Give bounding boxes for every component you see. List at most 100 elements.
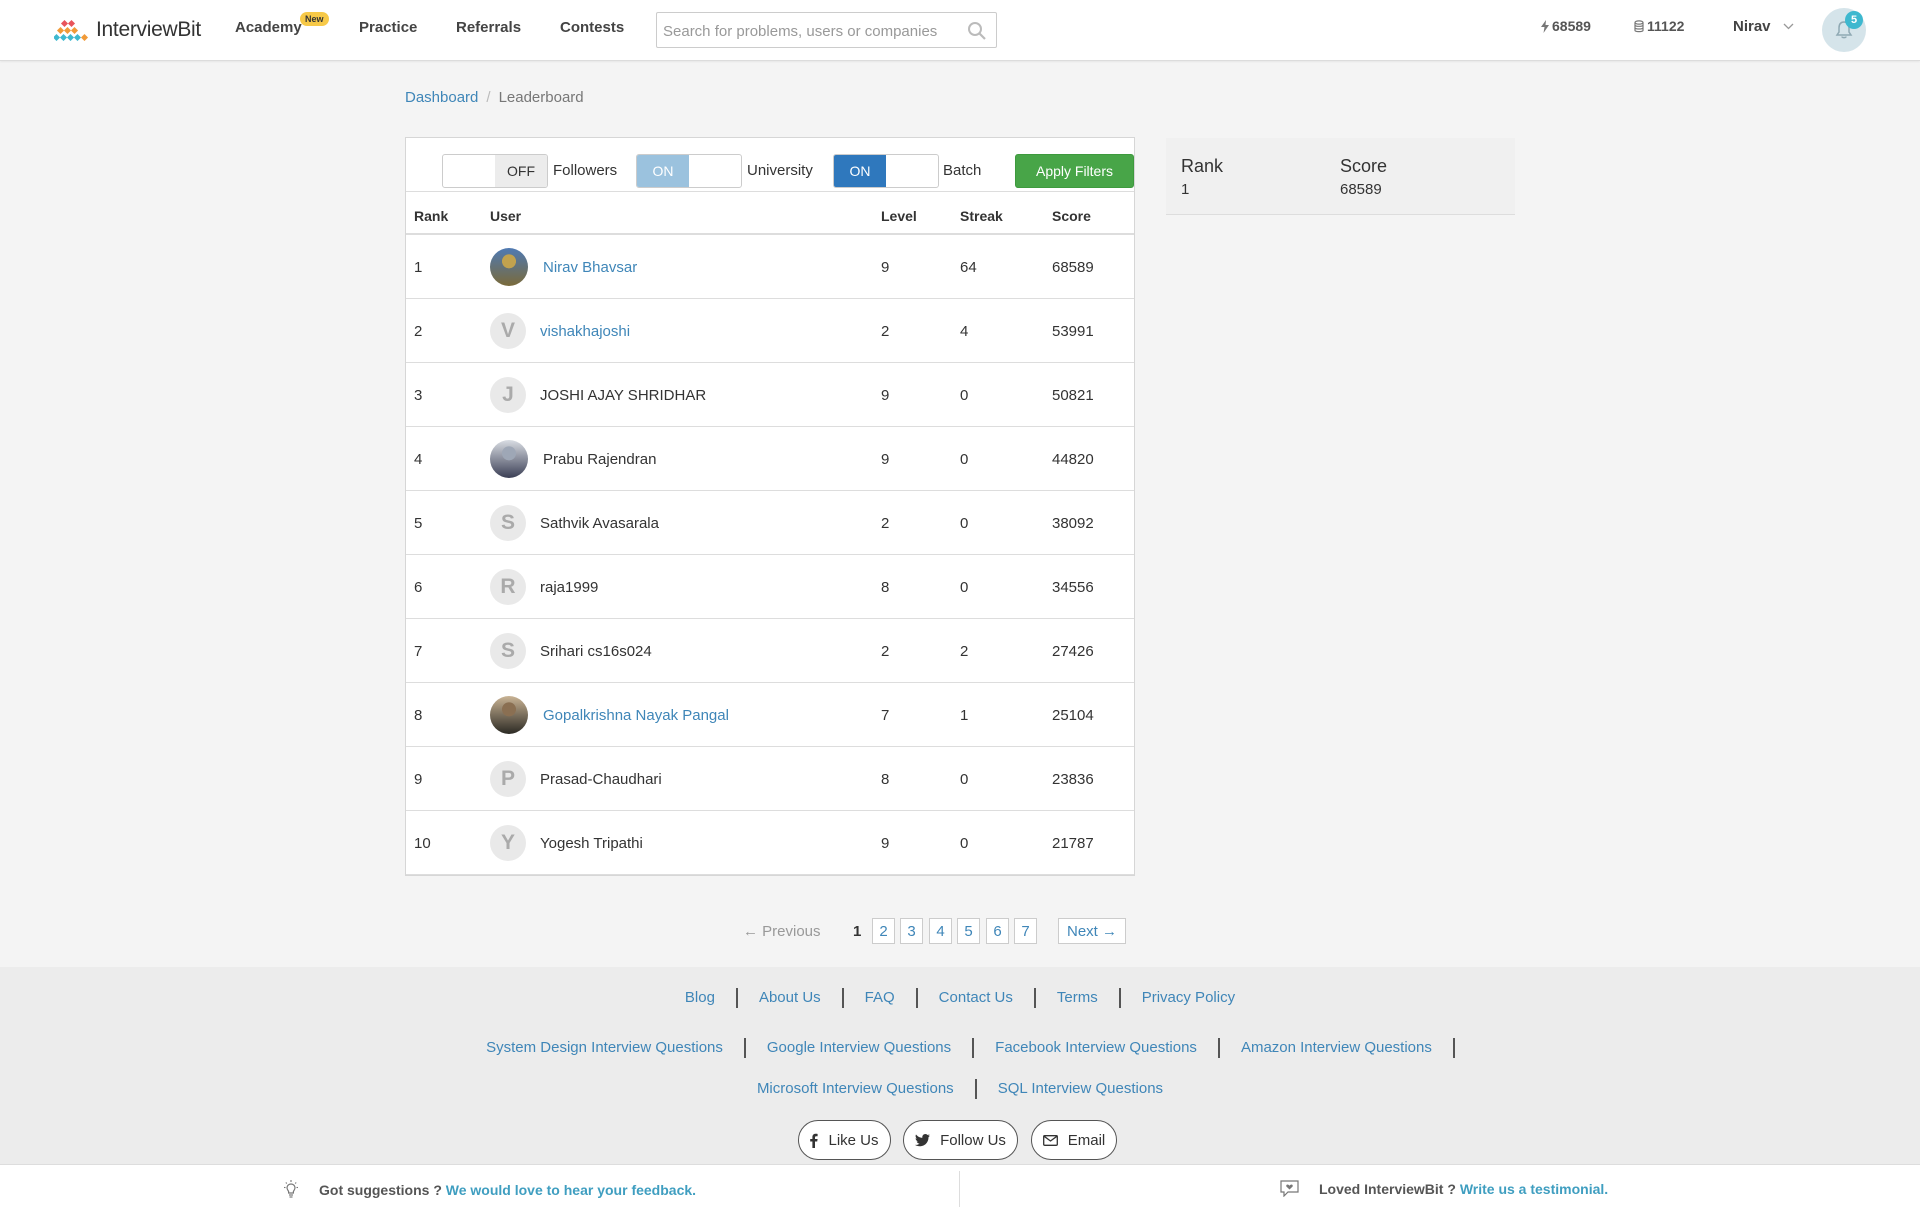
nav-academy[interactable]: Academy: [235, 19, 302, 36]
user-name-cell[interactable]: Gopalkrishna Nayak Pangal: [543, 707, 729, 724]
user-name-cell[interactable]: vishakhajoshi: [540, 323, 630, 340]
filters-bar: OFF Followers ON University ON Batch App…: [406, 138, 1134, 192]
pagination-page[interactable]: 7: [1014, 918, 1037, 944]
lightbulb-icon: [284, 1180, 298, 1198]
column-header-streak: Streak: [960, 208, 1003, 224]
score-cell: 44820: [1052, 451, 1094, 468]
score-stat: 68589: [1541, 18, 1591, 34]
user-name-cell: JOSHI AJAY SHRIDHAR: [540, 387, 707, 404]
apply-filters-button[interactable]: Apply Filters: [1015, 154, 1134, 188]
feedback-bar: Got suggestions ? We would love to hear …: [0, 1164, 1920, 1212]
column-header-score: Score: [1052, 208, 1091, 224]
email-button[interactable]: Email: [1031, 1120, 1117, 1160]
summary-score-label: Score: [1340, 156, 1388, 176]
user-name-cell: Srihari cs16s024: [540, 643, 652, 660]
university-label: University: [747, 162, 813, 179]
pagination-page[interactable]: 2: [872, 918, 895, 944]
table-row: 1 Nirav Bhavsar 9 64 68589: [406, 235, 1134, 299]
level-cell: 9: [881, 451, 890, 468]
top-header: InterviewBit Academy New Practice Referr…: [0, 0, 1920, 61]
coins-stat: 11122: [1634, 18, 1684, 34]
table-row: 10 Y Yogesh Tripathi 9 0 21787: [406, 811, 1134, 875]
table-row: 4 Prabu Rajendran 9 0 44820: [406, 427, 1134, 491]
followers-toggle[interactable]: OFF: [442, 154, 548, 188]
follow-us-button[interactable]: Follow Us: [903, 1120, 1018, 1160]
user-avatar-initial: S: [490, 505, 526, 541]
user-name-cell: Prabu Rajendran: [543, 451, 657, 468]
user-name-cell: Sathvik Avasarala: [540, 515, 659, 532]
footer-link-microsoft[interactable]: Microsoft Interview Questions: [736, 1079, 977, 1099]
logo[interactable]: InterviewBit: [54, 16, 201, 44]
twitter-icon: [915, 1133, 931, 1146]
rank-cell: 6: [414, 579, 423, 596]
feedback-link[interactable]: We would love to hear your feedback.: [446, 1182, 696, 1198]
pagination-page[interactable]: 3: [900, 918, 923, 944]
user-name-cell: Prasad-Chaudhari: [540, 771, 662, 788]
footer-link-google[interactable]: Google Interview Questions: [746, 1038, 975, 1058]
user-name-cell: Yogesh Tripathi: [540, 835, 643, 852]
coins-stat-value: 11122: [1647, 18, 1685, 34]
rank-cell: 3: [414, 387, 423, 404]
table-row: 8 Gopalkrishna Nayak Pangal 7 1 25104: [406, 683, 1134, 747]
user-menu[interactable]: Nirav: [1733, 18, 1794, 35]
logo-text: InterviewBit: [96, 18, 201, 41]
rank-cell: 2: [414, 323, 423, 340]
breadcrumb-dashboard[interactable]: Dashboard: [405, 89, 478, 106]
rank-cell: 7: [414, 643, 423, 660]
pagination-previous[interactable]: ← Previous: [743, 923, 821, 949]
footer-link-faq[interactable]: FAQ: [844, 988, 918, 1008]
streak-cell: 0: [960, 579, 969, 596]
nav-referrals[interactable]: Referrals: [456, 19, 521, 36]
toggle-blank: [689, 155, 741, 187]
footer-link-sql[interactable]: SQL Interview Questions: [977, 1079, 1184, 1099]
search-box: [656, 12, 997, 48]
university-toggle[interactable]: ON: [636, 154, 742, 188]
pagination-next[interactable]: Next →: [1058, 918, 1126, 944]
user-name-cell: raja1999: [540, 579, 599, 596]
testimonial-link[interactable]: Write us a testimonial.: [1460, 1181, 1608, 1197]
score-cell: 68589: [1052, 259, 1094, 276]
rank-cell: 8: [414, 707, 423, 724]
level-cell: 2: [881, 515, 890, 532]
streak-cell: 0: [960, 451, 969, 468]
footer-link-about[interactable]: About Us: [738, 988, 844, 1008]
footer-link-facebook[interactable]: Facebook Interview Questions: [974, 1038, 1220, 1058]
rank-cell: 5: [414, 515, 423, 532]
search-icon[interactable]: [967, 21, 987, 41]
notifications-button[interactable]: 5: [1822, 8, 1866, 52]
footer-link-privacy[interactable]: Privacy Policy: [1121, 988, 1256, 1008]
footer-link-blog[interactable]: Blog: [664, 988, 738, 1008]
user-name-cell[interactable]: Nirav Bhavsar: [543, 259, 637, 276]
search-input[interactable]: [663, 19, 953, 43]
level-cell: 9: [881, 387, 890, 404]
footer-link-system-design[interactable]: System Design Interview Questions: [465, 1038, 746, 1058]
pagination-current-page: 1: [853, 923, 862, 940]
streak-cell: 64: [960, 259, 977, 276]
pagination-page[interactable]: 4: [929, 918, 952, 944]
like-us-button[interactable]: Like Us: [798, 1120, 891, 1160]
user-avatar-photo: [490, 440, 528, 478]
level-cell: 8: [881, 579, 890, 596]
score-cell: 25104: [1052, 707, 1094, 724]
nav-practice[interactable]: Practice: [359, 19, 417, 36]
footer-links-row-3: Microsoft Interview Questions SQL Interv…: [0, 1079, 1920, 1099]
footer-link-contact[interactable]: Contact Us: [918, 988, 1036, 1008]
pagination-page[interactable]: 6: [986, 918, 1009, 944]
footer-link-terms[interactable]: Terms: [1036, 988, 1121, 1008]
nav-contests[interactable]: Contests: [560, 19, 624, 36]
batch-toggle[interactable]: ON: [833, 154, 939, 188]
suggestions-text: Got suggestions ?: [319, 1181, 442, 1198]
footer-link-amazon[interactable]: Amazon Interview Questions: [1220, 1038, 1455, 1058]
rank-cell: 4: [414, 451, 423, 468]
envelope-icon: [1042, 1134, 1058, 1146]
column-header-rank: Rank: [414, 208, 449, 224]
testimonial-text: Loved InterviewBit ?: [1319, 1180, 1456, 1197]
followers-label: Followers: [553, 162, 618, 179]
pagination-page[interactable]: 5: [957, 918, 980, 944]
table-row: 3 J JOSHI AJAY SHRIDHAR 9 0 50821: [406, 363, 1134, 427]
summary-rank-label: Rank: [1181, 156, 1224, 176]
table-row: 5 S Sathvik Avasarala 2 0 38092: [406, 491, 1134, 555]
lightning-icon: [1541, 19, 1549, 33]
leaderboard-panel: OFF Followers ON University ON Batch App…: [405, 137, 1135, 876]
score-cell: 53991: [1052, 323, 1094, 340]
